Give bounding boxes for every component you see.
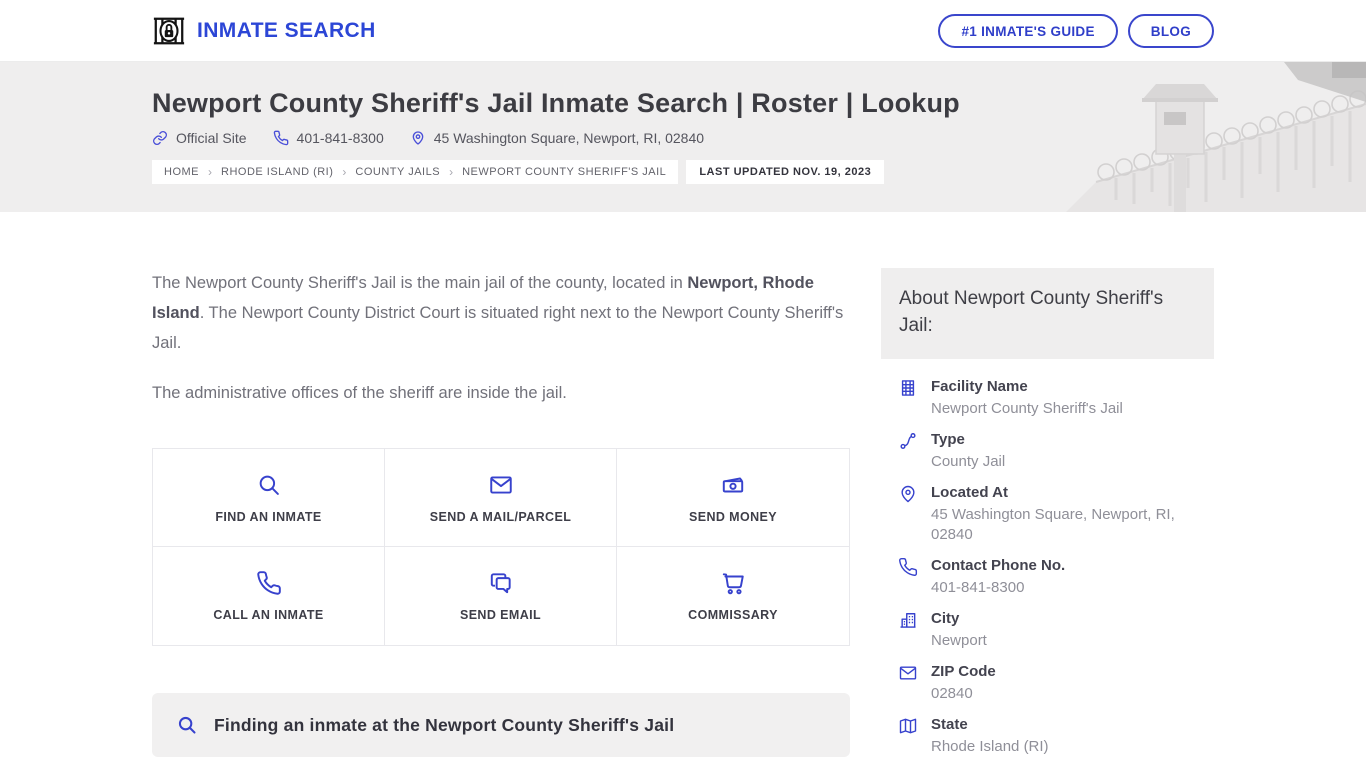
admin-paragraph: The administrative offices of the sherif… (152, 384, 567, 402)
send-mail-parcel-button[interactable]: SEND A MAIL/PARCEL (385, 449, 617, 547)
header-nav: #1 INMATE'S GUIDE BLOG (938, 14, 1214, 48)
facility-name-item: Facility Name Newport County Sheriff's J… (898, 377, 1214, 419)
address-item: 45 Washington Square, Newport, RI, 02840 (410, 130, 704, 146)
money-icon (720, 472, 746, 498)
type-item: Type County Jail (898, 430, 1214, 472)
city-item: City Newport (898, 609, 1214, 651)
phone-icon (898, 556, 918, 598)
jail-bars-lock-icon (152, 14, 186, 48)
page-title: Newport County Sheriff's Jail Inmate Sea… (152, 88, 960, 118)
inmates-guide-button[interactable]: #1 INMATE'S GUIDE (938, 14, 1118, 48)
find-an-inmate-button[interactable]: FIND AN INMATE (153, 449, 385, 547)
located-at-item: Located At 45 Washington Square, Newport… (898, 483, 1214, 545)
breadcrumb-county-jails[interactable]: COUNTY JAILS (355, 166, 440, 178)
city-buildings-icon (898, 609, 918, 651)
route-icon (898, 430, 918, 472)
last-updated-badge: LAST UPDATED NOV. 19, 2023 (686, 160, 885, 184)
breadcrumb-separator-icon: › (449, 165, 454, 179)
search-icon (256, 472, 282, 498)
phone-icon (273, 130, 289, 146)
hero-banner: Newport County Sheriff's Jail Inmate Sea… (0, 62, 1366, 212)
cart-icon (720, 570, 746, 596)
breadcrumb-separator-icon: › (208, 165, 212, 179)
breadcrumb-current: NEWPORT COUNTY SHERIFF'S JAIL (462, 166, 667, 178)
finding-inmate-section-heading: Finding an inmate at the Newport County … (152, 693, 850, 757)
phone-number: 401-841-8300 (296, 130, 384, 146)
inmate-actions-grid: FIND AN INMATE SEND A MAIL/PARCEL SEND M… (152, 448, 850, 646)
about-facility-card: About Newport County Sheriff's Jail: Fac… (881, 268, 1214, 768)
official-site-link[interactable]: Official Site (152, 130, 247, 146)
main-article: The Newport County Sheriff's Jail is the… (152, 268, 850, 768)
logo-text: INMATE SEARCH (197, 19, 376, 42)
blog-button[interactable]: BLOG (1127, 14, 1214, 48)
commissary-button[interactable]: COMMISSARY (617, 547, 849, 645)
map-icon (898, 715, 918, 757)
send-email-button[interactable]: SEND EMAIL (385, 547, 617, 645)
about-card-title: About Newport County Sheriff's Jail: (899, 288, 1164, 336)
chain-link-icon (152, 130, 168, 146)
search-icon (176, 714, 198, 736)
address-text: 45 Washington Square, Newport, RI, 02840 (433, 130, 705, 146)
phone-icon (256, 570, 282, 596)
mail-icon (488, 472, 514, 498)
chat-icon (488, 570, 514, 596)
building-icon (898, 377, 918, 419)
facility-meta-row: Official Site 401-841-8300 45 Washington… (152, 130, 1214, 146)
phone-link[interactable]: 401-841-8300 (273, 130, 384, 146)
site-header: INMATE SEARCH #1 INMATE'S GUIDE BLOG (0, 0, 1366, 62)
contact-phone-item: Contact Phone No. 401-841-8300 (898, 556, 1214, 598)
breadcrumb-separator-icon: › (342, 165, 347, 179)
official-site-label: Official Site (176, 130, 247, 146)
state-item: State Rhode Island (RI) (898, 715, 1214, 757)
breadcrumb-home[interactable]: HOME (164, 166, 199, 178)
send-money-button[interactable]: SEND MONEY (617, 449, 849, 547)
breadcrumb-state[interactable]: RHODE ISLAND (RI) (221, 166, 333, 178)
envelope-icon (898, 662, 918, 704)
zip-code-item: ZIP Code 02840 (898, 662, 1214, 704)
breadcrumb: HOME › RHODE ISLAND (RI) › COUNTY JAILS … (152, 160, 679, 184)
site-logo[interactable]: INMATE SEARCH (152, 14, 376, 48)
call-an-inmate-button[interactable]: CALL AN INMATE (153, 547, 385, 645)
map-pin-icon (410, 130, 426, 146)
map-pin-icon (898, 483, 918, 545)
intro-paragraph: The Newport County Sheriff's Jail is the… (152, 274, 844, 352)
